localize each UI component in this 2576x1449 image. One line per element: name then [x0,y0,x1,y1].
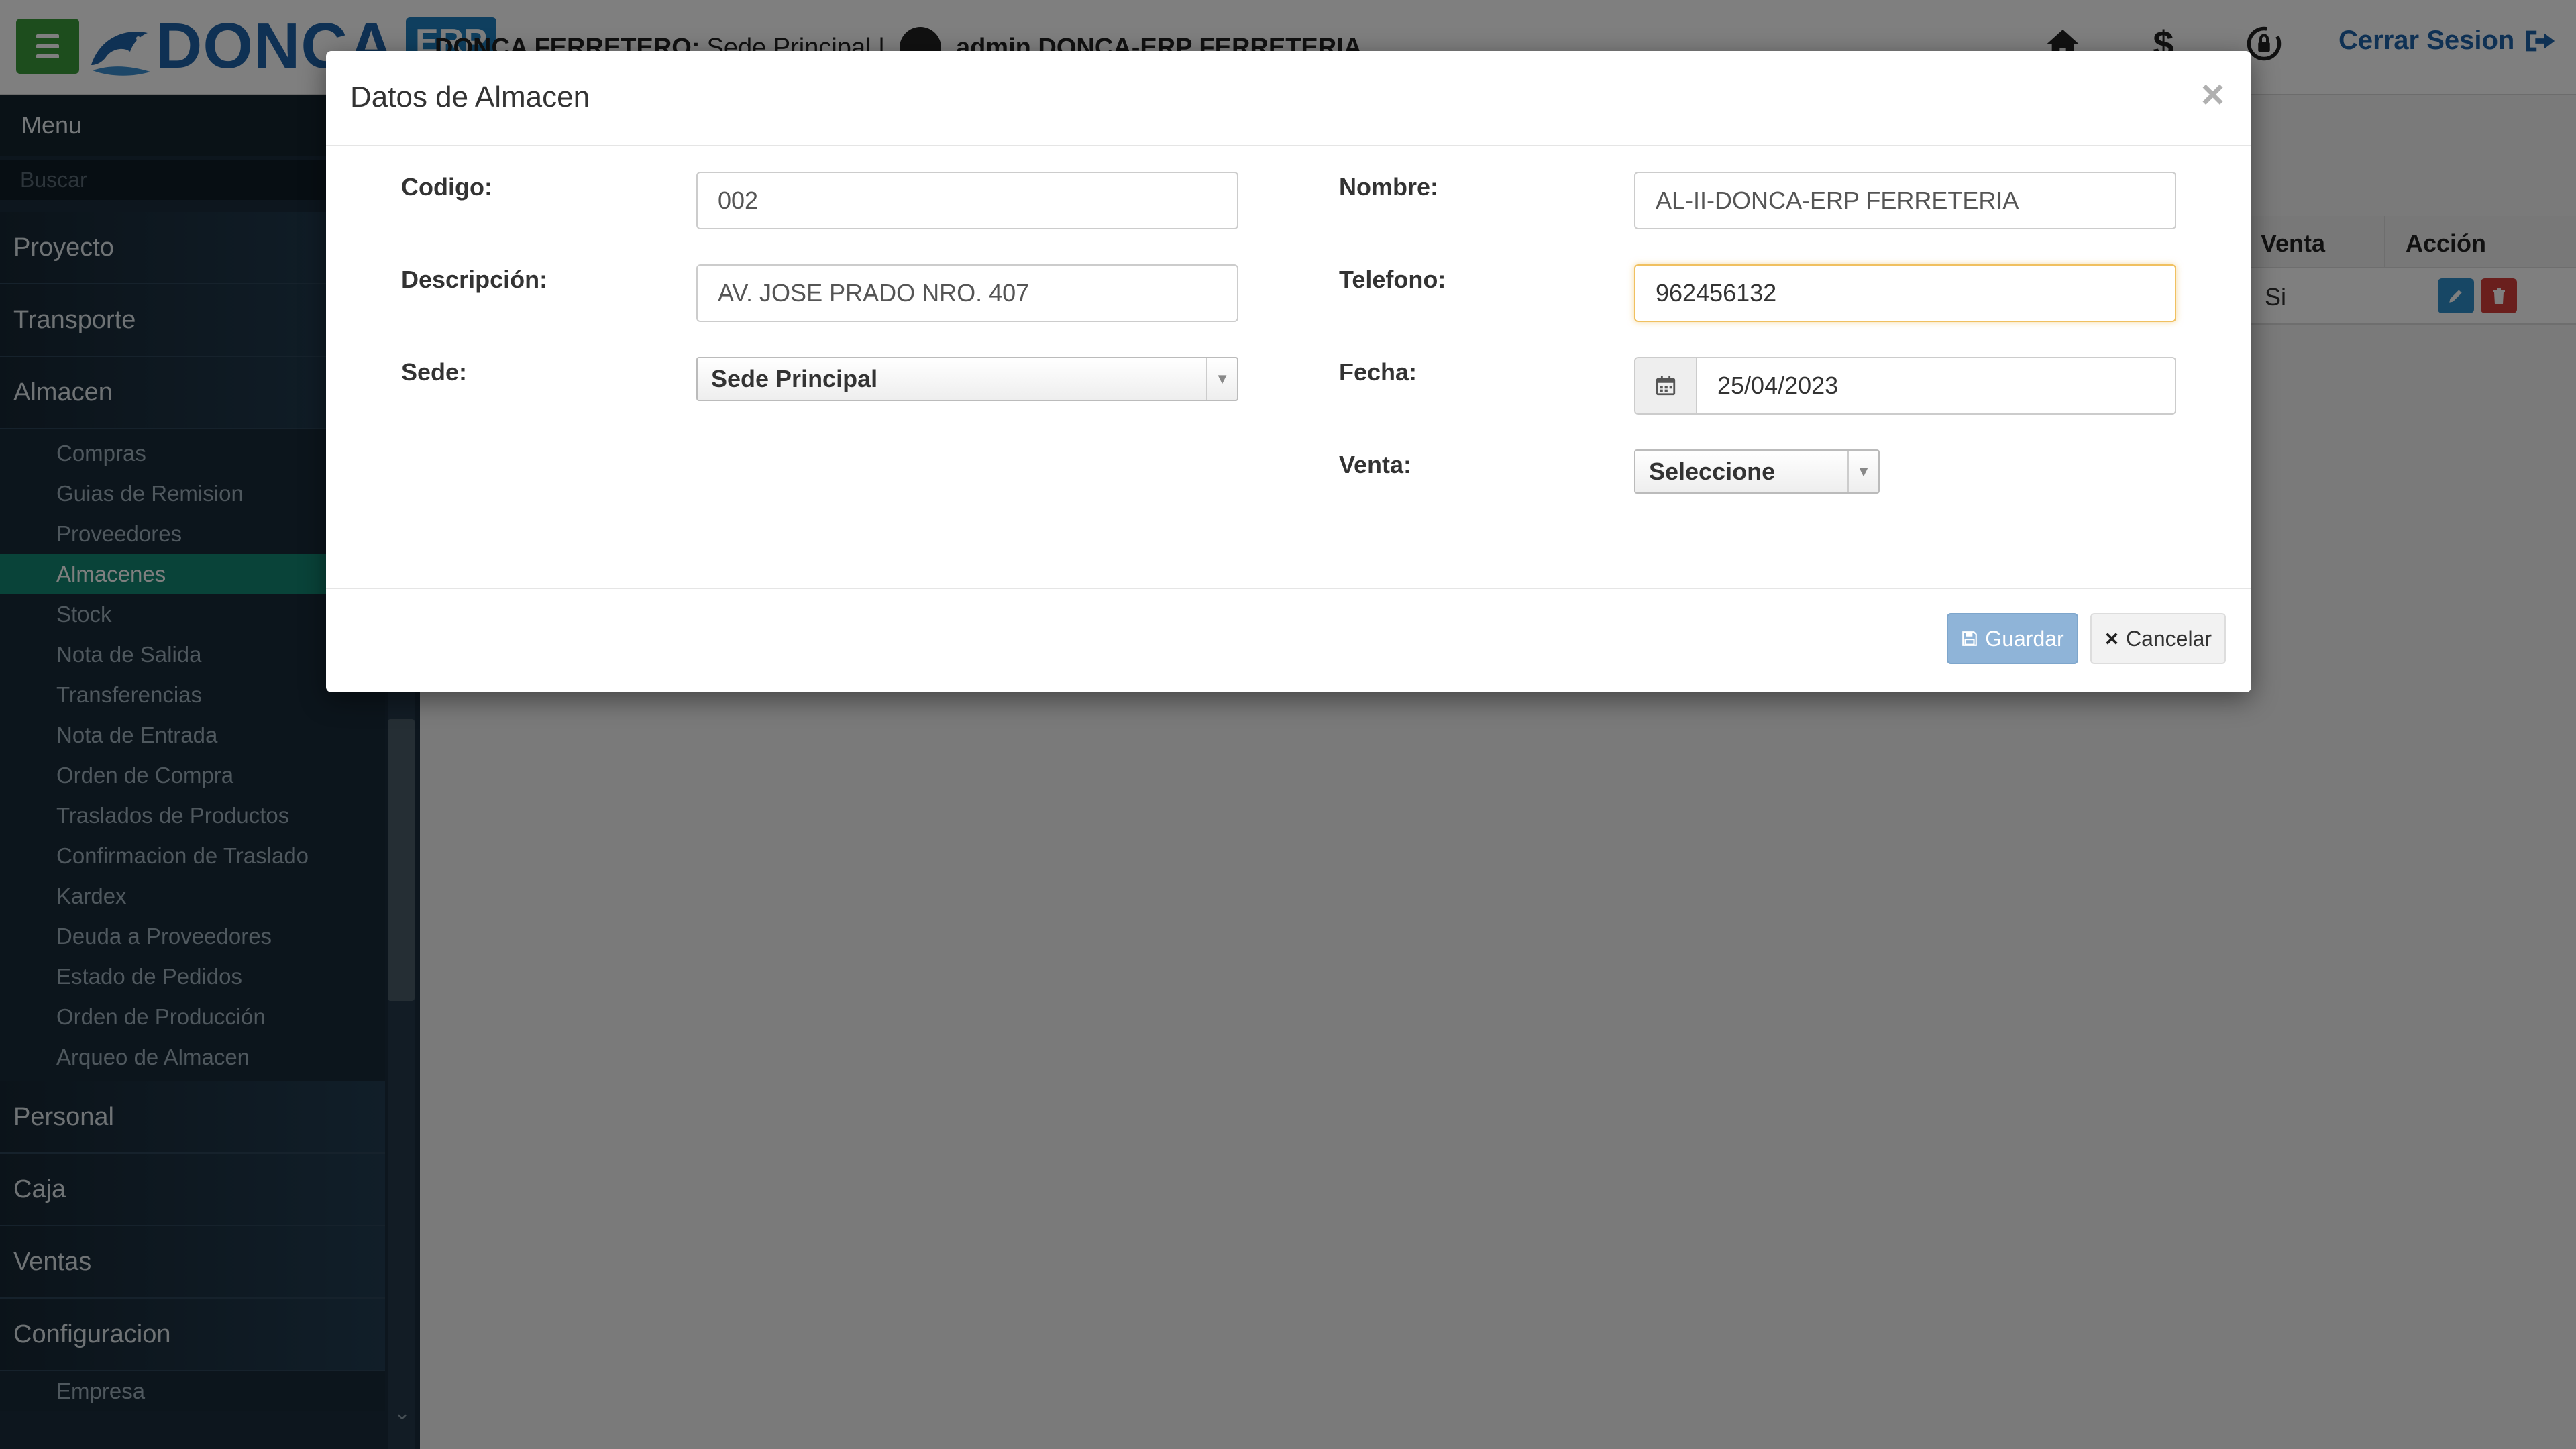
save-icon [1962,631,1978,646]
save-label: Guardar [1985,626,2064,651]
fecha-input-group [1634,357,2176,415]
close-icon[interactable]: × [2201,71,2224,117]
cancel-button[interactable]: Cancelar [2090,613,2226,664]
modal-title: Datos de Almacen [350,80,590,113]
sede-select-value: Sede Principal [711,365,878,392]
telefono-label: Telefono: [1339,266,1446,293]
almacen-modal: Datos de Almacen × Codigo: Descripción: … [326,51,2251,692]
nombre-label: Nombre: [1339,173,1439,201]
save-button[interactable]: Guardar [1947,613,2078,664]
fecha-label: Fecha: [1339,358,1417,386]
modal-body: Codigo: Descripción: Sede: Sede Principa… [326,146,2251,586]
modal-header: Datos de Almacen × [326,51,2251,146]
modal-footer: Guardar Cancelar [326,588,2251,692]
telefono-input[interactable] [1634,264,2176,322]
codigo-label: Codigo: [401,173,492,201]
descripcion-label: Descripción: [401,266,548,293]
nombre-input[interactable] [1634,172,2176,229]
codigo-input[interactable] [696,172,1238,229]
x-icon [2106,633,2118,645]
sede-label: Sede: [401,358,468,386]
fecha-input[interactable] [1697,358,2175,413]
caret-down-icon: ▼ [1206,358,1237,400]
caret-down-icon: ▼ [1847,451,1878,492]
calendar-icon[interactable] [1635,358,1697,413]
venta-select-value: Seleccione [1649,458,1776,485]
venta-select[interactable]: Seleccione ▼ [1634,449,1880,494]
descripcion-input[interactable] [696,264,1238,322]
cancel-label: Cancelar [2125,626,2212,651]
sede-select[interactable]: Sede Principal ▼ [696,357,1238,401]
venta-label: Venta: [1339,451,1412,478]
